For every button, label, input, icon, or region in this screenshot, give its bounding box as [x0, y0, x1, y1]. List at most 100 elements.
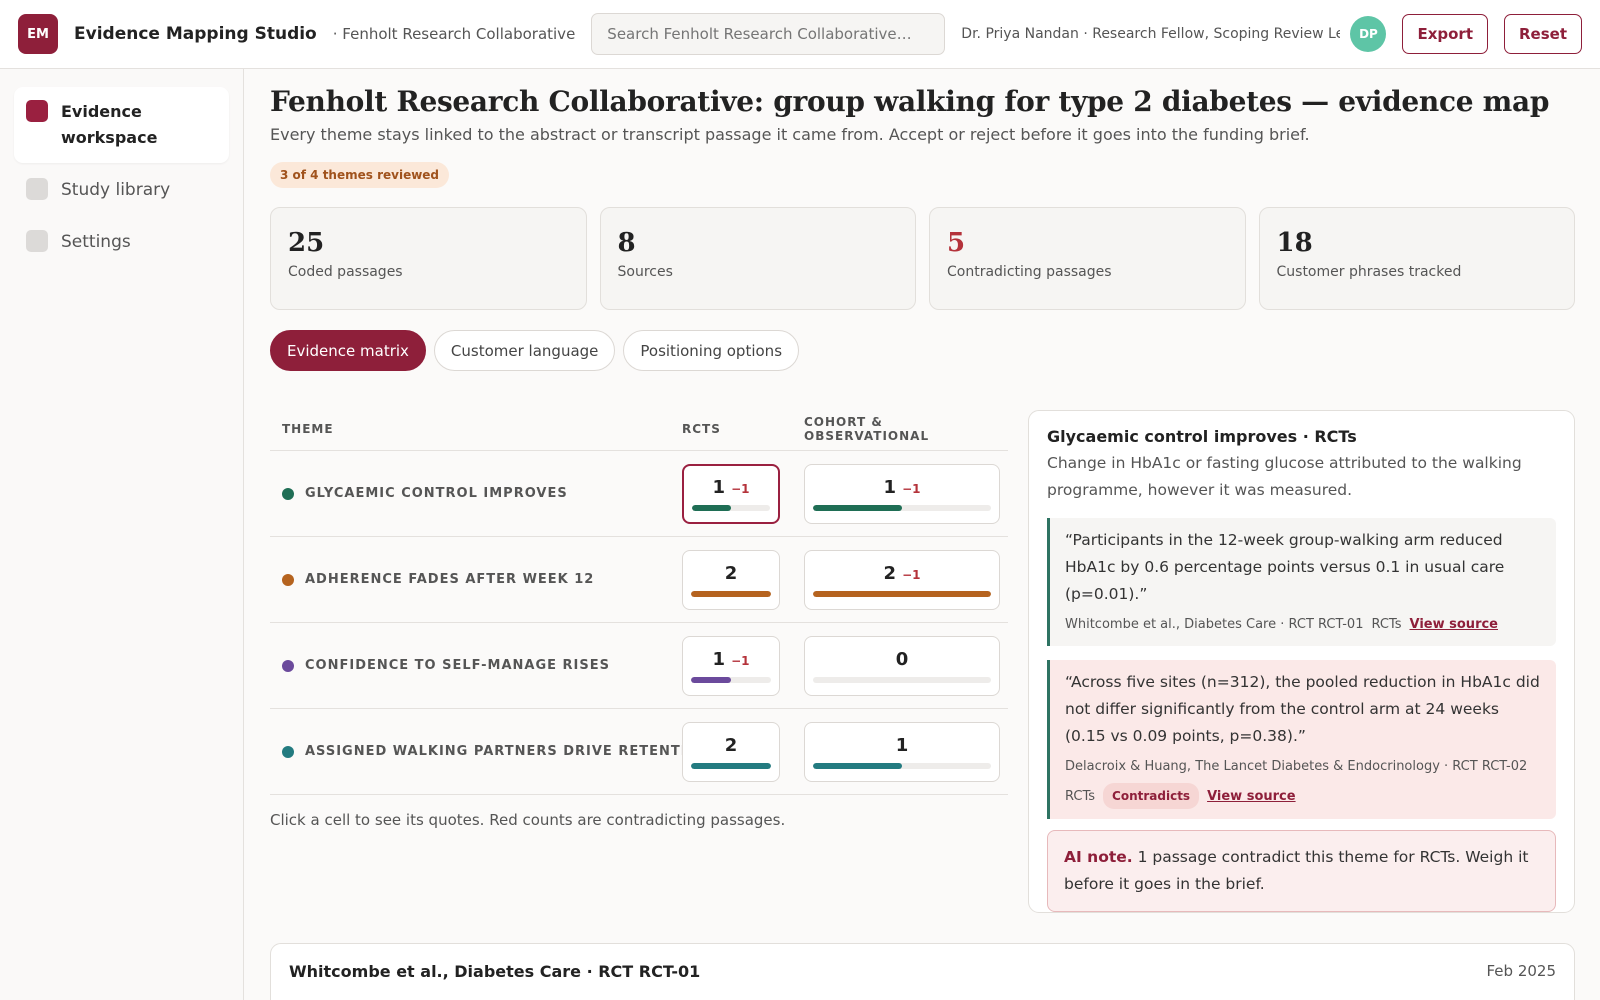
sidebar-item-label: Settings	[61, 232, 131, 252]
theme-cell: ADHERENCE FADES AFTER WEEK 12	[270, 572, 682, 587]
ai-note-label: AI note.	[1064, 848, 1133, 866]
stats-row: 25 Coded passages 8 Sources 5 Contradict…	[270, 207, 1575, 310]
tab-evidence-matrix[interactable]: Evidence matrix	[270, 330, 426, 371]
theme-name: GLYCAEMIC CONTROL IMPROVES	[305, 486, 568, 501]
quote-card: “Participants in the 12-week group-walki…	[1047, 518, 1556, 646]
passage-count: 1	[712, 648, 726, 670]
contradicting-count: −1	[902, 481, 921, 496]
rct-column-cell: 2	[682, 549, 804, 610]
export-button[interactable]: Export	[1402, 14, 1488, 54]
contradicting-count: −1	[731, 653, 750, 668]
matrix-row: GLYCAEMIC CONTROL IMPROVES 1 −1 1 −1	[270, 451, 1008, 537]
stat-value: 25	[288, 228, 325, 258]
stat-label: Sources	[617, 264, 673, 280]
matrix-row: ASSIGNED WALKING PARTNERS DRIVE RETENTIO…	[270, 709, 1008, 795]
view-source-link[interactable]: View source	[1410, 617, 1499, 632]
contradicting-count: −1	[902, 567, 921, 582]
reset-button[interactable]: Reset	[1504, 14, 1582, 54]
quote-card-contradicting: “Across five sites (n=312), the pooled r…	[1047, 660, 1556, 819]
stat-card-contradicting: 5 Contradicting passages	[929, 207, 1246, 310]
matrix-row: ADHERENCE FADES AFTER WEEK 12 2 2 −1	[270, 537, 1008, 623]
settings-icon	[26, 230, 48, 252]
coverage-bar-fill	[813, 590, 991, 597]
theme-name: ASSIGNED WALKING PARTNERS DRIVE RETENTIO…	[305, 744, 711, 759]
cell-counts: 1	[896, 735, 909, 756]
evidence-cell-cohort[interactable]: 2 −1	[804, 549, 1000, 610]
sidebar-item-settings[interactable]: Settings	[14, 217, 229, 267]
evidence-matrix: THEME RCTS COHORT & OBSERVATIONAL GLYCAE…	[270, 407, 1008, 829]
sidebar-item-evidence-workspace[interactable]: Evidence workspace	[14, 87, 229, 163]
tab-customer-language[interactable]: Customer language	[433, 330, 616, 371]
coverage-bar-fill	[813, 762, 902, 769]
passage-count: 1	[712, 476, 726, 498]
stat-card-sources: 8 Sources	[599, 207, 916, 310]
quote-meta: Whitcombe et al., Diabetes Care · RCT RC…	[1065, 614, 1541, 636]
evidence-cell-cohort[interactable]: 1 −1	[804, 463, 1000, 524]
org-name: · Fenholt Research Collaborative	[332, 25, 576, 43]
evidence-cell-rct[interactable]: 2	[682, 721, 780, 782]
cell-counts: 2	[725, 563, 738, 584]
detail-title: Glycaemic control improves · RCTs	[1047, 427, 1357, 446]
stat-card-phrases: 18 Customer phrases tracked	[1258, 207, 1575, 310]
coverage-bar	[813, 676, 991, 683]
passage-count: 1	[895, 734, 909, 756]
evidence-cell-cohort[interactable]: 0	[804, 635, 1000, 696]
avatar[interactable]: DP	[1350, 16, 1387, 52]
matrix-header: THEME RCTS COHORT & OBSERVATIONAL	[270, 407, 1008, 451]
theme-color-dot	[282, 573, 294, 586]
evidence-cell-cohort[interactable]: 1	[804, 721, 1000, 782]
stat-label: Coded passages	[288, 264, 403, 280]
library-icon	[26, 178, 48, 200]
matrix-hint: Click a cell to see its quotes. Red coun…	[270, 811, 786, 829]
cell-counts: 0	[896, 649, 909, 670]
evidence-cell-rct[interactable]: 1 −1	[682, 463, 780, 524]
user-name: Dr. Priya Nandan · Research Fellow, Scop…	[961, 26, 1341, 42]
view-tabs: Evidence matrix Customer language Positi…	[270, 330, 1575, 371]
source-card[interactable]: Whitcombe et al., Diabetes Care · RCT RC…	[270, 943, 1575, 1000]
passage-count: 0	[895, 648, 909, 670]
stat-label: Customer phrases tracked	[1276, 264, 1462, 280]
page-title: Fenholt Research Collaborative: group wa…	[270, 85, 1550, 118]
search-input[interactable]	[591, 13, 946, 55]
page-subtitle: Every theme stays linked to the abstract…	[270, 125, 1310, 144]
detail-description: Change in HbA1c or fasting glucose attri…	[1047, 454, 1522, 499]
evidence-cell-rct[interactable]: 2	[682, 549, 780, 610]
cohort-column-cell: 1	[804, 721, 1008, 782]
theme-cell: GLYCAEMIC CONTROL IMPROVES	[270, 486, 682, 501]
quote-text: “Participants in the 12-week group-walki…	[1065, 531, 1505, 603]
column-header-rcts: RCTS	[682, 421, 721, 436]
passage-count: 1	[883, 476, 897, 498]
coverage-bar	[692, 504, 770, 511]
sidebar-item-study-library[interactable]: Study library	[14, 165, 229, 215]
detail-panel: Glycaemic control improves · RCTs Change…	[1028, 410, 1575, 913]
coverage-bar	[813, 504, 991, 511]
theme-cell: CONFIDENCE TO SELF-MANAGE RISES	[270, 658, 682, 673]
quote-design-tag: RCTs	[1065, 789, 1096, 804]
cell-counts: 2 −1	[884, 563, 921, 584]
contradicts-badge: Contradicts	[1103, 783, 1200, 809]
matrix-row: CONFIDENCE TO SELF-MANAGE RISES 1 −1 0	[270, 623, 1008, 709]
passage-count: 2	[724, 734, 738, 756]
sidebar: Evidence workspace Study library Setting…	[0, 69, 244, 1000]
cohort-column-cell: 1 −1	[804, 463, 1008, 524]
workspace-icon	[26, 100, 48, 122]
stat-value: 18	[1276, 228, 1313, 258]
theme-name: CONFIDENCE TO SELF-MANAGE RISES	[305, 658, 611, 673]
coverage-bar	[691, 676, 771, 683]
sidebar-item-label: Evidence workspace	[61, 102, 158, 147]
coverage-bar	[691, 590, 771, 597]
theme-color-dot	[282, 745, 294, 758]
source-card-date: Feb 2025	[1486, 962, 1557, 980]
passage-count: 2	[724, 562, 738, 584]
cell-counts: 2	[725, 735, 738, 756]
tab-positioning-options[interactable]: Positioning options	[623, 330, 800, 371]
ai-note: AI note. 1 passage contradict this theme…	[1047, 830, 1556, 912]
stat-value: 8	[617, 228, 636, 258]
theme-color-dot	[282, 659, 294, 672]
coverage-bar-fill	[692, 504, 731, 511]
coverage-bar-fill	[691, 676, 731, 683]
sidebar-item-label: Study library	[61, 180, 171, 200]
view-source-link[interactable]: View source	[1207, 789, 1296, 804]
evidence-cell-rct[interactable]: 1 −1	[682, 635, 780, 696]
app-name: Evidence Mapping Studio	[74, 24, 317, 44]
